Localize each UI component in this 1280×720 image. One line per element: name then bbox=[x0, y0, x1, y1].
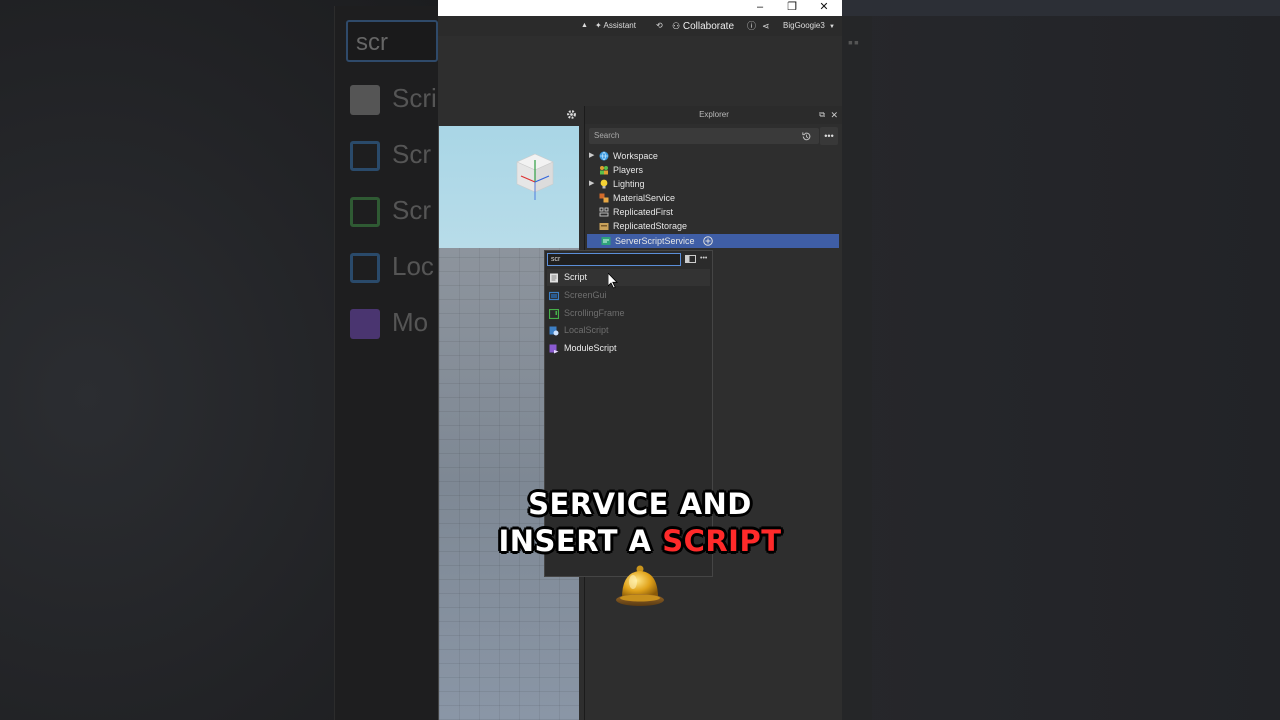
history-icon[interactable] bbox=[801, 131, 812, 142]
replicated-first-icon bbox=[599, 207, 609, 217]
video-caption: SERVICE AND INSERT A SCRIPT bbox=[440, 486, 840, 560]
zoomed-item: Mo bbox=[350, 302, 438, 342]
close-window-button[interactable]: ✕ bbox=[810, 0, 838, 16]
script-icon bbox=[550, 273, 558, 283]
tree-item-replicatedstorage[interactable]: ReplicatedStorage bbox=[585, 219, 842, 233]
explorer-header: Explorer ⧉ ✕ bbox=[585, 106, 842, 124]
notifications-icon[interactable]: ⟲ bbox=[656, 16, 663, 36]
localscript-icon bbox=[549, 326, 559, 336]
zoomed-item: Scr bbox=[350, 134, 438, 174]
mouse-cursor-icon bbox=[608, 273, 618, 289]
insert-item-modulescript[interactable]: ModuleScript bbox=[547, 340, 710, 357]
storage-icon bbox=[599, 223, 609, 230]
background-right: ▪▪ bbox=[842, 0, 1280, 720]
zoomed-item: Scri bbox=[350, 78, 438, 118]
share-icon[interactable]: ⋖ bbox=[762, 16, 770, 36]
view-cube-icon[interactable] bbox=[513, 152, 557, 202]
expand-arrow-icon[interactable]: ▶ bbox=[589, 149, 597, 163]
sparkle-icon: ✦ bbox=[595, 21, 602, 30]
modulescript-icon bbox=[549, 344, 559, 354]
explorer-title: Explorer bbox=[699, 110, 729, 119]
insert-item-script[interactable]: Script bbox=[547, 269, 710, 286]
tree-item-materialservice[interactable]: MaterialService bbox=[585, 191, 842, 205]
background-left: scr Scri Scr Scr Loc Mo bbox=[0, 0, 438, 720]
minimize-button[interactable]: – bbox=[746, 0, 774, 16]
pop-out-icon[interactable]: ⧉ bbox=[819, 106, 825, 124]
insert-search-input[interactable]: scr bbox=[547, 253, 681, 266]
insert-item-localscript: LocalScript bbox=[547, 322, 710, 339]
insert-item-screengui: ScreenGui bbox=[547, 287, 710, 304]
tree-item-players[interactable]: Players bbox=[585, 163, 842, 177]
gear-icon[interactable] bbox=[566, 109, 577, 120]
tree-item-lighting[interactable]: ▶ Lighting bbox=[585, 177, 842, 191]
zoomed-item: Scr bbox=[350, 190, 438, 230]
assistant-button[interactable]: ✦ Assistant bbox=[595, 16, 636, 36]
collaborate-button[interactable]: ⚇ Collaborate bbox=[672, 16, 734, 36]
user-menu[interactable]: BigGoogie3 ▼ bbox=[783, 16, 835, 36]
caption-line-2-white: INSERT A bbox=[498, 524, 652, 558]
more-options-icon[interactable]: ••• bbox=[820, 127, 838, 145]
username-label: BigGoogie3 bbox=[783, 21, 825, 30]
caption-line-2-red: SCRIPT bbox=[662, 524, 782, 558]
ribbon-bar: ▲ ✦ Assistant ⟲ ⚇ Collaborate ⓘ ⋖ BigGoo… bbox=[438, 16, 842, 36]
insert-item-scrollingframe: ScrollingFrame bbox=[547, 305, 710, 322]
tree-item-replicatedfirst[interactable]: ReplicatedFirst bbox=[585, 205, 842, 219]
viewport-header bbox=[438, 106, 582, 124]
server-script-service-icon bbox=[601, 237, 611, 245]
tree-item-serverscriptservice[interactable]: ServerScriptService bbox=[587, 234, 839, 248]
assistant-label: Assistant bbox=[603, 21, 636, 30]
bell-icon bbox=[616, 565, 664, 606]
toolbar-area bbox=[438, 36, 842, 106]
background-topstrip bbox=[842, 0, 1280, 16]
caption-line-1: SERVICE AND bbox=[528, 487, 752, 521]
explorer-search-input[interactable]: Search bbox=[589, 128, 819, 144]
view-toggle-icon[interactable] bbox=[685, 255, 696, 263]
tree-item-workspace[interactable]: ▶ Workspace bbox=[585, 149, 842, 163]
scrollingframe-icon bbox=[549, 309, 559, 319]
caption-line-2: INSERT A SCRIPT bbox=[440, 523, 840, 560]
lightbulb-icon bbox=[600, 179, 608, 189]
zoomed-item: Loc bbox=[350, 246, 438, 286]
material-icon bbox=[599, 193, 609, 203]
restore-button[interactable]: ❐ bbox=[778, 0, 806, 16]
add-object-icon[interactable] bbox=[703, 236, 713, 246]
background-dots: ▪▪ bbox=[848, 34, 860, 50]
people-icon: ⚇ bbox=[672, 21, 681, 31]
more-options-icon[interactable]: ••• bbox=[700, 252, 707, 265]
zoomed-search-text: scr bbox=[346, 20, 438, 62]
background-panel-shade bbox=[842, 16, 872, 720]
chevron-down-icon: ▼ bbox=[829, 24, 835, 30]
close-icon[interactable]: ✕ bbox=[830, 106, 838, 124]
screengui-icon bbox=[549, 291, 559, 301]
collapse-ribbon-icon[interactable]: ▲ bbox=[581, 16, 588, 36]
expand-arrow-icon[interactable]: ▶ bbox=[589, 177, 597, 191]
collaborate-label: Collaborate bbox=[682, 21, 735, 32]
title-bar: – ❐ ✕ bbox=[438, 0, 842, 16]
globe-icon bbox=[599, 151, 609, 161]
help-icon[interactable]: ⓘ bbox=[747, 16, 756, 36]
players-icon bbox=[600, 166, 608, 175]
